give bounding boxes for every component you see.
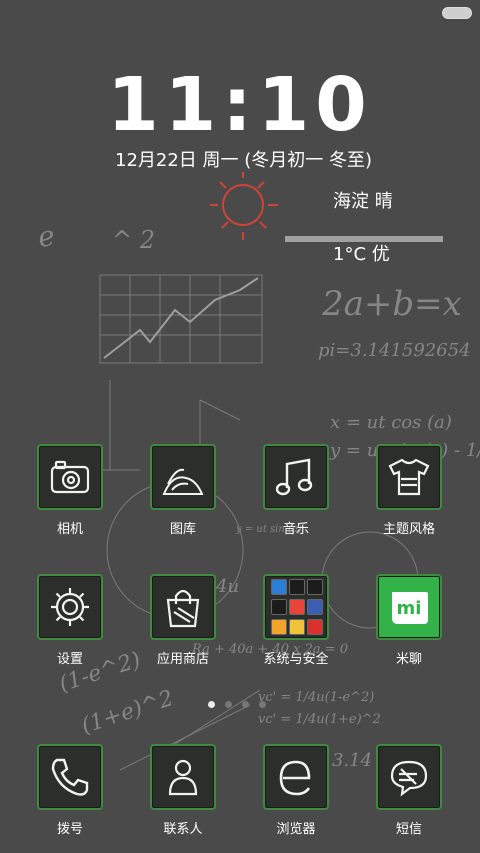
app-store[interactable]: 应用商店 — [133, 574, 233, 667]
tshirt-icon — [388, 458, 430, 496]
app-label: 米聊 — [395, 652, 422, 667]
chalk-equation: vc' = 1/4u(1-e^2) — [258, 690, 375, 705]
page-dot[interactable] — [208, 701, 215, 708]
clock-time[interactable]: 11:10 — [0, 62, 480, 148]
app-label: 短信 — [395, 822, 422, 837]
app-label: 浏览器 — [276, 822, 316, 837]
page-dot[interactable] — [242, 701, 249, 708]
page-dot[interactable] — [225, 701, 232, 708]
app-music[interactable]: 音乐 — [246, 444, 346, 537]
chalk-equation: pi=3.141592654 — [318, 340, 471, 361]
app-gallery[interactable]: 图库 — [133, 444, 233, 537]
flower-icon — [289, 619, 305, 635]
page-indicator[interactable] — [208, 701, 266, 708]
app-settings[interactable]: 设置 — [20, 574, 120, 667]
status-pill — [442, 7, 472, 19]
folder-icon — [271, 579, 323, 635]
app-label: 拨号 — [56, 822, 83, 837]
mi-icon — [289, 599, 305, 615]
weather-location[interactable]: 海淀 晴 — [333, 187, 393, 213]
app-mitalk[interactable]: mi 米聊 — [359, 574, 459, 667]
search-icon — [271, 599, 287, 615]
camera-icon — [50, 460, 90, 494]
mitalk-icon: mi — [392, 592, 428, 624]
app-label: 设置 — [56, 652, 83, 667]
contacts-icon — [168, 759, 198, 796]
app-label: 系统与安全 — [263, 652, 329, 667]
folder-system-security[interactable]: 系统与安全 — [246, 574, 346, 667]
window-icon — [289, 579, 305, 595]
messages-icon — [390, 760, 428, 797]
cloud-icon — [271, 579, 287, 595]
page-dot[interactable] — [259, 701, 266, 708]
app-label: 相机 — [56, 522, 83, 537]
app-label: 联系人 — [163, 822, 203, 837]
calculator-icon — [307, 579, 323, 595]
gear-icon — [51, 588, 89, 626]
dock-phone[interactable]: 拨号 — [20, 744, 120, 837]
phone-icon — [51, 758, 89, 796]
wps-icon — [307, 619, 323, 635]
note-icon — [271, 619, 287, 635]
svg-text:mi: mi — [397, 598, 422, 619]
settings-icon — [307, 599, 323, 615]
music-note-icon — [275, 458, 313, 496]
app-label: 应用商店 — [156, 652, 209, 667]
chalk-equation: ^ 2 — [112, 226, 156, 254]
dock-messages[interactable]: 短信 — [359, 744, 459, 837]
app-label: 主题风格 — [382, 522, 435, 537]
dock-browser[interactable]: 浏览器 — [246, 744, 346, 837]
chalk-equation: x = ut cos (a) — [330, 412, 452, 433]
chalk-equation: 2a+b=x — [322, 284, 462, 324]
weather-temperature[interactable]: 1°C 优 — [333, 240, 390, 266]
date-text: 12月22日 周一 (冬月初一 冬至) — [115, 150, 373, 171]
dock-contacts[interactable]: 联系人 — [133, 744, 233, 837]
browser-icon — [279, 760, 311, 796]
app-label: 图库 — [169, 522, 196, 537]
app-themes[interactable]: 主题风格 — [359, 444, 459, 537]
gallery-icon — [162, 468, 204, 495]
chalk-equation: vc' = 1/4u(1+e)^2 — [258, 712, 381, 727]
shopping-bag-icon — [166, 589, 200, 628]
app-camera[interactable]: 相机 — [20, 444, 120, 537]
app-label: 音乐 — [282, 522, 309, 537]
